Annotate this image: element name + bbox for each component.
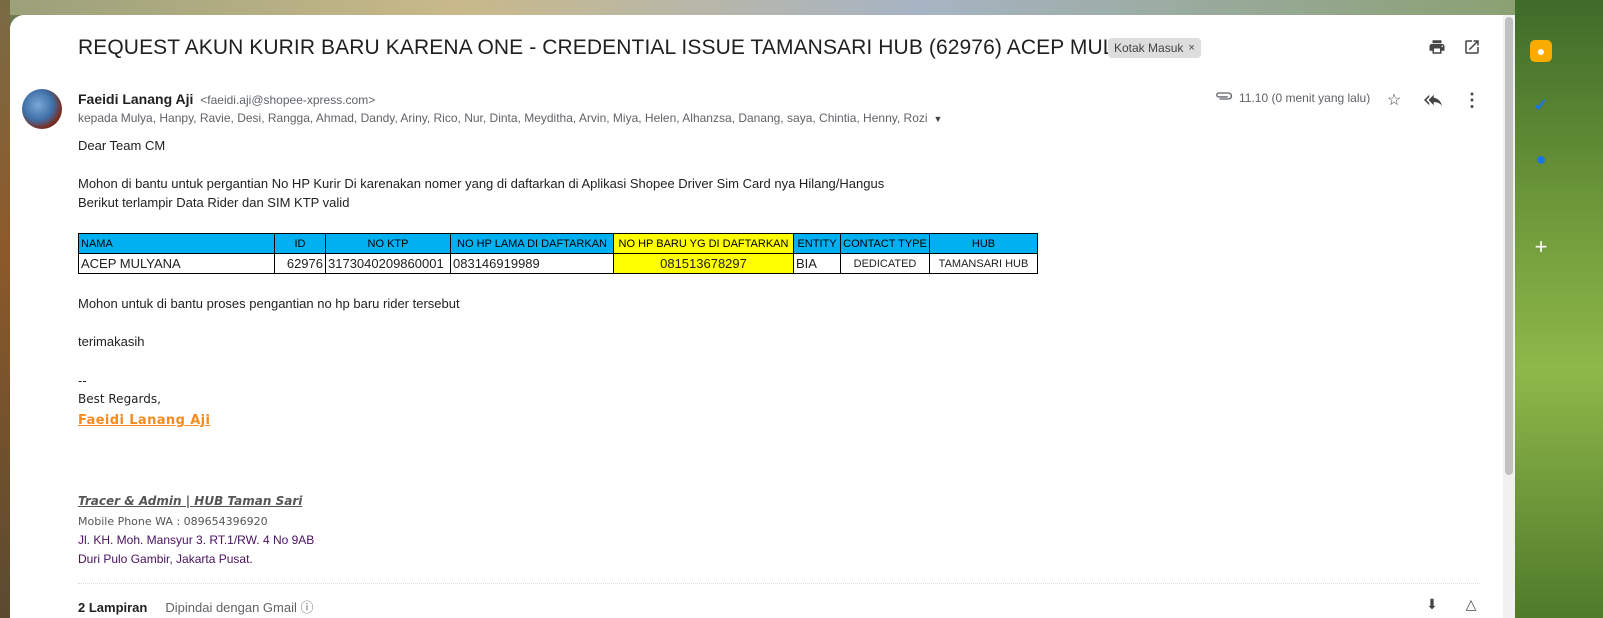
more-vert-icon[interactable]: ⋮ [1461, 89, 1483, 111]
table-header-row: NAMA ID NO KTP NO HP LAMA DI DAFTARKAN N… [78, 233, 1038, 254]
recipients-text: kepada Mulya, Hanpy, Ravie, Desi, Rangga… [78, 111, 928, 125]
table-cell: ACEP MULYANA [78, 253, 275, 274]
table-row: ACEP MULYANA 62976 3173040209860001 0831… [78, 253, 1038, 274]
contacts-icon[interactable]: ● [1530, 148, 1552, 170]
table-cell: 62976 [274, 253, 326, 274]
label-chip-inbox[interactable]: Kotak Masuk × [1108, 38, 1201, 58]
open-in-new-window-icon[interactable] [1461, 36, 1483, 58]
body-line-3: Mohon untuk di bantu proses pengantian n… [78, 296, 460, 311]
background-left [0, 0, 10, 618]
regards-text: Best Regards, [78, 392, 161, 406]
signature-title: Tracer & Admin | HUB Taman Sari [78, 494, 303, 508]
table-header: HUB [929, 233, 1038, 254]
add-addon-icon[interactable]: + [1530, 234, 1552, 259]
table-cell: 083146919989 [450, 253, 614, 274]
info-icon[interactable]: ⓘ [301, 600, 314, 615]
sender-name[interactable]: Faeidi Lanang Aji [78, 91, 193, 107]
label-chip-text: Kotak Masuk [1114, 41, 1184, 55]
attachments-header: 2 Lampiran Dipindai dengan Gmail ⓘ [78, 597, 314, 616]
body-line-1: Mohon di bantu untuk pergantian No HP Ku… [78, 176, 885, 191]
signature-phone: Mobile Phone WA : 089654396920 [78, 515, 268, 528]
table-header: NO KTP [325, 233, 451, 254]
background-strip [0, 0, 1530, 15]
message-time: 11.10 (0 menit yang lalu) [1239, 90, 1371, 105]
signature-name-link[interactable]: Faeidi Lanang Aji [78, 413, 210, 428]
table-cell: DEDICATED [840, 253, 930, 274]
message-meta: 11.10 (0 menit yang lalu) [1215, 90, 1370, 105]
remove-label-icon[interactable]: × [1188, 42, 1194, 54]
table-cell: BIA [793, 253, 841, 274]
table-header: NO HP BARU YG DI DAFTARKAN [613, 233, 794, 254]
tasks-icon[interactable]: ✓ [1530, 94, 1552, 116]
download-all-icon[interactable]: ⬇ [1422, 594, 1442, 614]
table-header: NO HP LAMA DI DAFTARKAN [450, 233, 614, 254]
paperclip-icon [1215, 90, 1233, 105]
add-to-drive-icon[interactable]: △ [1461, 594, 1481, 614]
chevron-down-icon[interactable]: ▼ [934, 114, 943, 124]
background-right [1515, 0, 1603, 618]
signature-address-1: Jl. KH. Moh. Mansyur 3. RT.1/RW. 4 No 9A… [78, 533, 315, 547]
table-cell: 3173040209860001 [325, 253, 451, 274]
attachments-count: 2 Lampiran [78, 600, 148, 615]
table-cell: TAMANSARI HUB [929, 253, 1038, 274]
sender-line: Faeidi Lanang Aji <faeidi.aji@shopee-xpr… [78, 91, 375, 107]
scanned-by-gmail-label: Dipindai dengan Gmail [165, 600, 297, 615]
table-header: NAMA [78, 233, 275, 254]
table-header: ENTITY [793, 233, 841, 254]
table-cell: 081513678297 [613, 253, 794, 274]
star-icon[interactable]: ☆ [1383, 89, 1405, 111]
greeting: Dear Team CM [78, 138, 166, 153]
reply-all-icon[interactable] [1422, 89, 1444, 111]
body-line-2: Berikut terlampir Data Rider dan SIM KTP… [78, 195, 350, 210]
email-subject: REQUEST AKUN KURIR BARU KARENA ONE - CRE… [78, 36, 1169, 59]
table-header: ID [274, 233, 326, 254]
attachments-divider [78, 583, 1480, 584]
signature-separator: -- [78, 373, 87, 388]
sender-avatar[interactable] [22, 89, 62, 129]
table-header: CONTACT TYPE [840, 233, 930, 254]
thanks-text: terimakasih [78, 334, 145, 349]
keep-icon[interactable]: ● [1530, 40, 1552, 62]
recipients-line[interactable]: kepada Mulya, Hanpy, Ravie, Desi, Rangga… [78, 111, 942, 125]
print-icon[interactable] [1426, 36, 1448, 58]
rider-data-table: NAMA ID NO KTP NO HP LAMA DI DAFTARKAN N… [78, 233, 1038, 274]
vertical-scrollbar[interactable] [1503, 15, 1515, 618]
scrollbar-thumb[interactable] [1505, 17, 1513, 475]
signature-address-2: Duri Pulo Gambir, Jakarta Pusat. [78, 552, 253, 566]
sender-email: <faeidi.aji@shopee-xpress.com> [200, 93, 376, 107]
